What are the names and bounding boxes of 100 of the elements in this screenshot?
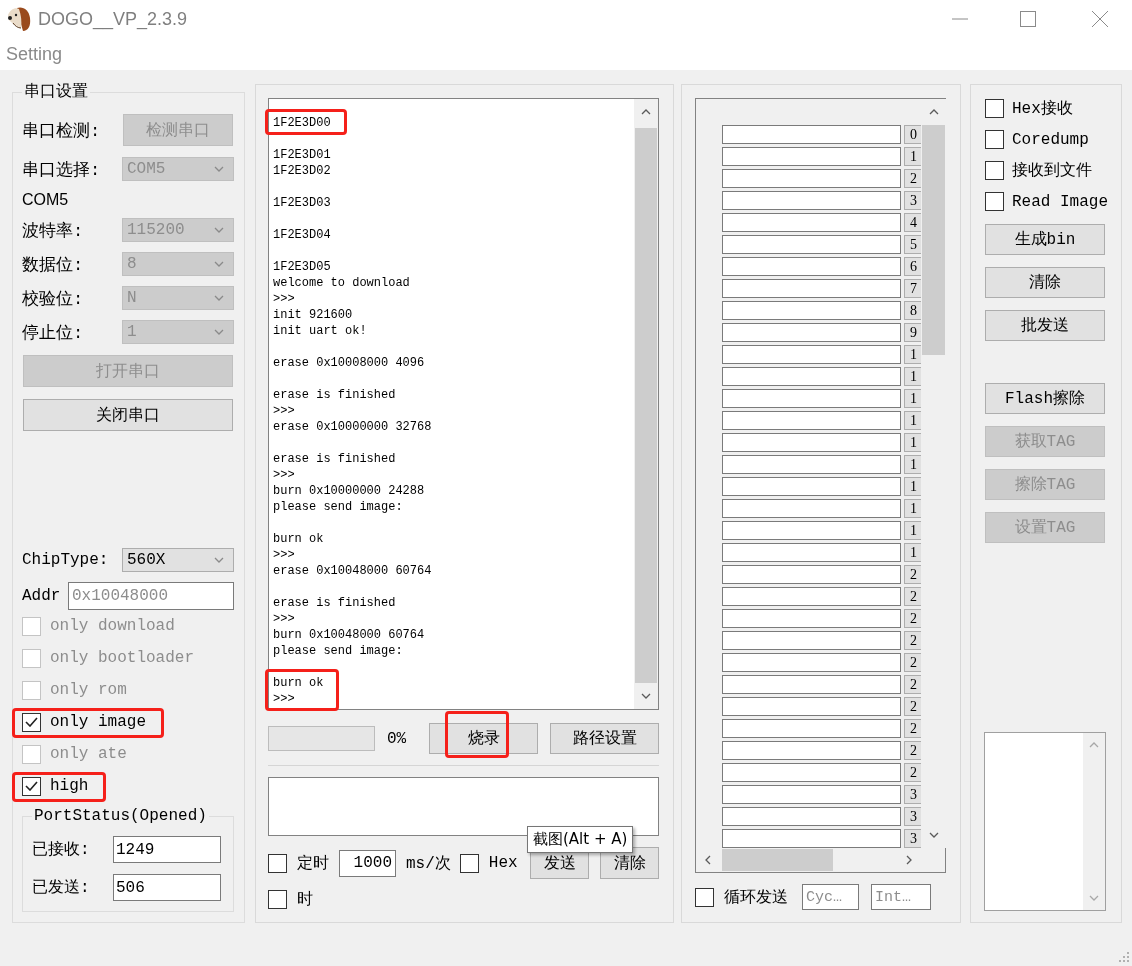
send-text-field[interactable] bbox=[722, 477, 901, 496]
send-text-field[interactable] bbox=[722, 565, 901, 584]
count-field[interactable]: 506 bbox=[113, 874, 221, 901]
scrollbar-thumb[interactable] bbox=[722, 849, 833, 871]
count-field[interactable]: 1249 bbox=[113, 836, 221, 863]
chevron-up-icon[interactable] bbox=[641, 109, 651, 115]
generate-bin-button[interactable]: 生成bin bbox=[985, 224, 1105, 255]
burn-button[interactable]: 烧录 bbox=[429, 723, 538, 754]
send-row-button[interactable]: 2 bbox=[904, 609, 921, 628]
send-text-field[interactable] bbox=[722, 653, 901, 672]
send-row-button[interactable]: 9 bbox=[904, 323, 921, 342]
send-text-field[interactable] bbox=[722, 433, 901, 452]
close-port-button[interactable]: 关闭串口 bbox=[23, 399, 233, 431]
send-text-field[interactable] bbox=[722, 697, 901, 716]
send-text-field[interactable] bbox=[722, 455, 901, 474]
checkbox[interactable] bbox=[268, 853, 287, 873]
checkbox[interactable] bbox=[268, 889, 287, 909]
send-text-field[interactable] bbox=[722, 499, 901, 518]
send-text-field[interactable] bbox=[722, 587, 901, 606]
send-text-field[interactable] bbox=[722, 521, 901, 540]
send-text-field[interactable] bbox=[722, 675, 901, 694]
send-text-field[interactable] bbox=[722, 741, 901, 760]
chip-type-dropdown[interactable]: 560X bbox=[122, 548, 234, 572]
scrollbar-thumb[interactable] bbox=[922, 125, 945, 355]
send-text-field[interactable] bbox=[722, 125, 901, 144]
send-text-field[interactable] bbox=[722, 257, 901, 276]
send-row-button[interactable]: 0 bbox=[904, 125, 921, 144]
send-text-field[interactable] bbox=[722, 543, 901, 562]
log-output[interactable] bbox=[268, 98, 659, 710]
send-text-field[interactable] bbox=[722, 345, 901, 364]
resize-grip-icon[interactable] bbox=[1119, 952, 1129, 962]
send-text-field[interactable] bbox=[722, 763, 901, 782]
checkbox[interactable] bbox=[459, 853, 479, 873]
batch-send-button[interactable]: 批发送 bbox=[985, 310, 1105, 341]
send-row-button[interactable]: 1 bbox=[904, 147, 921, 166]
send-text-field[interactable] bbox=[722, 609, 901, 628]
close-icon[interactable] bbox=[1092, 11, 1108, 27]
checkbox[interactable] bbox=[985, 99, 1004, 118]
send-row-button[interactable]: 5 bbox=[904, 235, 921, 254]
send-text-field[interactable] bbox=[722, 169, 901, 188]
send-row-button[interactable]: 1 bbox=[904, 367, 921, 386]
send-row-button[interactable]: 7 bbox=[904, 279, 921, 298]
maximize-icon[interactable] bbox=[1020, 11, 1036, 27]
send-row-button[interactable]: 1 bbox=[904, 521, 921, 540]
send-row-button[interactable]: 3 bbox=[904, 807, 921, 826]
send-row-button[interactable]: 2 bbox=[904, 763, 921, 782]
send-row-button[interactable]: 4 bbox=[904, 213, 921, 232]
send-row-button[interactable]: 3 bbox=[904, 785, 921, 804]
send-row-button[interactable]: 6 bbox=[904, 257, 921, 276]
send-text-field[interactable] bbox=[722, 323, 901, 342]
send-row-button[interactable]: 1 bbox=[904, 499, 921, 518]
send-row-button[interactable]: 2 bbox=[904, 697, 921, 716]
chevron-down-icon[interactable] bbox=[641, 693, 651, 699]
send-row-button[interactable]: 2 bbox=[904, 169, 921, 188]
send-text-field[interactable] bbox=[722, 367, 901, 386]
send-row-button[interactable]: 3 bbox=[904, 191, 921, 210]
checkbox[interactable] bbox=[985, 130, 1004, 149]
menu-item[interactable]: Setting bbox=[6, 43, 63, 65]
send-row-button[interactable]: 2 bbox=[904, 653, 921, 672]
send-row-button[interactable]: 2 bbox=[904, 741, 921, 760]
clear-button[interactable]: 清除 bbox=[985, 267, 1105, 298]
send-row-button[interactable]: 1 bbox=[904, 433, 921, 452]
send-row-button[interactable]: 2 bbox=[904, 631, 921, 650]
send-text-field[interactable] bbox=[722, 785, 901, 804]
send-text-field[interactable] bbox=[722, 411, 901, 430]
send-text-field[interactable] bbox=[722, 191, 901, 210]
send-row-button[interactable]: 1 bbox=[904, 455, 921, 474]
path-settings-button[interactable]: 路径设置 bbox=[550, 723, 659, 754]
checkbox[interactable] bbox=[22, 712, 41, 732]
send-text-field[interactable] bbox=[722, 235, 901, 254]
send-row-button[interactable]: 2 bbox=[904, 675, 921, 694]
send-row-button[interactable]: 1 bbox=[904, 411, 921, 430]
checkbox[interactable] bbox=[695, 887, 714, 907]
send-row-button[interactable]: 1 bbox=[904, 477, 921, 496]
send-row-button[interactable]: 2 bbox=[904, 587, 921, 606]
send-row-button[interactable]: 2 bbox=[904, 719, 921, 738]
send-row-button[interactable]: 2 bbox=[904, 565, 921, 584]
send-text-field[interactable] bbox=[722, 213, 901, 232]
send-row-button[interactable]: 8 bbox=[904, 301, 921, 320]
send-text-field[interactable] bbox=[722, 147, 901, 166]
address-field[interactable]: 0x10048000 bbox=[68, 582, 234, 610]
send-row-button[interactable]: 1 bbox=[904, 345, 921, 364]
list-box[interactable] bbox=[984, 732, 1106, 911]
interval-field[interactable]: 1000 bbox=[339, 849, 396, 877]
send-text-field[interactable] bbox=[722, 279, 901, 298]
send-text-field[interactable] bbox=[722, 631, 901, 650]
send-row-button[interactable]: 1 bbox=[904, 543, 921, 562]
chevron-up-icon[interactable] bbox=[928, 109, 939, 115]
chevron-down-icon[interactable] bbox=[928, 832, 939, 838]
send-row-button[interactable]: 3 bbox=[904, 829, 921, 848]
scrollbar[interactable] bbox=[634, 99, 658, 709]
send-text-field[interactable] bbox=[722, 807, 901, 826]
send-text-field[interactable] bbox=[722, 389, 901, 408]
send-text-field[interactable] bbox=[722, 719, 901, 738]
cycle-field[interactable]: Cyc… bbox=[802, 884, 859, 910]
flash-erase-button[interactable]: Flash擦除 bbox=[985, 383, 1105, 414]
checkbox[interactable] bbox=[22, 776, 41, 796]
send-text-field[interactable] bbox=[722, 301, 901, 320]
chevron-right-icon[interactable] bbox=[906, 855, 912, 865]
chevron-left-icon[interactable] bbox=[705, 855, 711, 865]
